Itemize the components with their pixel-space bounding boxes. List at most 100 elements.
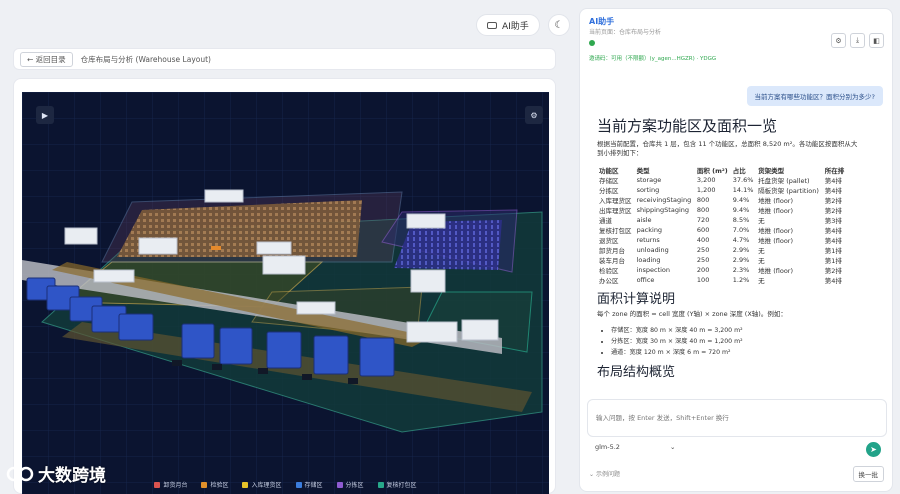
table-cell: 检验区 bbox=[599, 267, 619, 275]
table-row: 分拣区 sorting 1,200 14.1% 隔板货架 (partition) 第4排 bbox=[597, 185, 847, 195]
table-cell: 14.1% bbox=[732, 186, 754, 194]
chat-history[interactable]: 当前方案有哪些功能区？面积分别为多少? 当前方案功能区及面积一览 根据当前配置，… bbox=[587, 79, 887, 397]
chat-input-box bbox=[587, 399, 887, 437]
warehouse-3d-viewport[interactable]: ▶ ⚙ 卸货月台 检验区 入库理货区 存储区 分拣区 复核打包区 bbox=[22, 92, 549, 494]
table-cell: 退货区 bbox=[599, 237, 619, 245]
table-cell: 第4排 bbox=[824, 227, 842, 235]
table-cell: 250 bbox=[696, 256, 710, 264]
table-cell: receivingStaging bbox=[636, 196, 692, 204]
table-cell: 办公区 bbox=[599, 277, 619, 285]
table-cell: 第2排 bbox=[824, 267, 842, 275]
ai-panel-title: AI助手 bbox=[589, 17, 615, 26]
table-cell: 第1排 bbox=[824, 257, 842, 265]
legend-item: 分拣区 bbox=[336, 480, 364, 489]
examples-toggle[interactable]: ⌄ 示例问题 bbox=[589, 469, 620, 478]
table-cell: 装车月台 bbox=[599, 257, 625, 265]
table-cell: 无 bbox=[758, 257, 765, 265]
section-intro: 每个 zone 的面积 = cell 宽度 (Y轴) × zone 深度 (X轴… bbox=[597, 310, 787, 318]
table-cell: 地推 (floor) bbox=[758, 207, 793, 215]
table-cell: 100 bbox=[696, 276, 710, 284]
ai-assistant-label: AI助手 bbox=[502, 21, 529, 32]
model-name: glm-5.2 bbox=[595, 443, 620, 451]
table-row: 退货区 returns 400 4.7% 地推 (floor) 第4排 bbox=[597, 235, 847, 245]
zone-area-table: 功能区 类型 面积 (m²) 占比 货架类型 所在排 存储区 storage 3,2… bbox=[597, 164, 847, 286]
legend-swatch bbox=[377, 481, 384, 488]
panel-icon[interactable]: ◧ bbox=[869, 33, 884, 48]
brand-watermark: 大数跨境 bbox=[6, 461, 106, 486]
back-to-catalog-button[interactable]: ← 返回目录 bbox=[20, 51, 73, 67]
table-row: 存储区 storage 3,200 37.6% 托盘货架 (pallet) 第4排 bbox=[597, 175, 847, 185]
table-cell: storage bbox=[636, 176, 662, 184]
download-icon[interactable]: ⤓ bbox=[850, 33, 865, 48]
chat-input[interactable] bbox=[588, 400, 886, 436]
table-cell: 200 bbox=[696, 266, 710, 274]
table-header: 类型 bbox=[636, 166, 650, 175]
marker-orange bbox=[211, 246, 221, 250]
list-item: 通道：宽度 120 m × 深度 6 m = 720 m² bbox=[611, 347, 863, 358]
switch-batch-button[interactable]: 换一批 bbox=[852, 466, 884, 482]
table-row: 通道 aisle 720 8.5% 无 第3排 bbox=[597, 215, 847, 225]
examples-label: 示例问题 bbox=[595, 471, 620, 478]
table-cell: 400 bbox=[696, 236, 710, 244]
table-cell: 9.4% bbox=[732, 196, 750, 204]
play-icon[interactable]: ▶ bbox=[36, 106, 54, 124]
table-cell: 1,200 bbox=[696, 186, 716, 194]
table-cell: returns bbox=[636, 236, 660, 244]
next-section-heading: 布局结构概览 bbox=[597, 365, 676, 380]
table-cell: 第4排 bbox=[824, 277, 842, 285]
assistant-message: 当前方案功能区及面积一览 根据当前配置，仓库共 1 层，包含 11 个功能区，总… bbox=[597, 115, 863, 383]
user-message: 当前方案有哪些功能区？面积分别为多少? bbox=[746, 86, 883, 106]
list-item: 分拣区：宽度 30 m × 深度 40 m = 1,200 m² bbox=[611, 336, 863, 347]
table-cell: aisle bbox=[636, 216, 652, 224]
model-select[interactable]: glm-5.2 ⌄ bbox=[595, 443, 675, 451]
viewer-card: ▶ ⚙ 卸货月台 检验区 入库理货区 存储区 分拣区 复核打包区 bbox=[13, 78, 556, 494]
table-cell: 通道 bbox=[599, 217, 612, 225]
table-cell: 250 bbox=[696, 246, 710, 254]
warehouse-scene bbox=[22, 92, 549, 494]
table-row: 检验区 inspection 200 2.3% 地推 (floor) 第2排 bbox=[597, 265, 847, 275]
top-toolbar: AI助手 ☾ bbox=[476, 14, 570, 36]
table-cell: 2.3% bbox=[732, 266, 750, 274]
table-cell: 600 bbox=[696, 226, 710, 234]
ai-assistant-panel: AI助手 当前页面：仓库布局与分析 邀请码：可用（不限额）(y_agen...H… bbox=[579, 8, 893, 492]
table-cell: 800 bbox=[696, 196, 710, 204]
table-row: 办公区 office 100 1.2% 无 第4排 bbox=[597, 275, 847, 285]
section-heading: 面积计算说明 bbox=[597, 292, 676, 307]
table-cell: 第4排 bbox=[824, 187, 842, 195]
table-cell: 9.4% bbox=[732, 206, 750, 214]
brand-logo-icon bbox=[6, 466, 34, 481]
table-cell: 720 bbox=[696, 216, 710, 224]
table-cell: 37.6% bbox=[732, 176, 754, 184]
table-cell: packing bbox=[636, 226, 663, 234]
table-cell: 地推 (floor) bbox=[758, 227, 793, 235]
send-icon[interactable]: ➤ bbox=[866, 442, 881, 457]
legend-swatch bbox=[336, 481, 343, 488]
table-row: 入库理货区 receivingStaging 800 9.4% 地推 (floor) 第2… bbox=[597, 195, 847, 205]
chevron-down-icon: ⌄ bbox=[589, 471, 596, 478]
table-cell: 无 bbox=[758, 217, 765, 225]
online-status-icon bbox=[589, 40, 595, 46]
table-cell: 3,200 bbox=[696, 176, 716, 184]
table-cell: 第4排 bbox=[824, 177, 842, 185]
brand-name: 大数跨境 bbox=[38, 466, 106, 486]
settings-icon[interactable]: ⚙ bbox=[831, 33, 846, 48]
chevron-down-icon: ⌄ bbox=[669, 443, 676, 451]
table-cell: 分拣区 bbox=[599, 187, 619, 195]
legend-swatch bbox=[242, 481, 249, 488]
breadcrumb: ← 返回目录 仓库布局与分析 (Warehouse Layout) bbox=[13, 48, 556, 70]
table-cell: 7.0% bbox=[732, 226, 750, 234]
table-cell: 地推 (floor) bbox=[758, 267, 793, 275]
breadcrumb-current: 仓库布局与分析 (Warehouse Layout) bbox=[80, 54, 211, 64]
table-cell: 无 bbox=[758, 277, 765, 285]
gear-icon[interactable]: ⚙ bbox=[525, 106, 543, 124]
zone-table-body: 存储区 storage 3,200 37.6% 托盘货架 (pallet) 第4排 分拣区 s… bbox=[597, 175, 847, 285]
table-row: 出库理货区 shippingStaging 800 9.4% 地推 (floor) 第2排 bbox=[597, 205, 847, 215]
list-item: 存储区：宽度 80 m × 深度 40 m = 3,200 m² bbox=[611, 325, 863, 336]
table-cell: 出库理货区 bbox=[599, 207, 632, 215]
table-cell: 2.9% bbox=[732, 246, 750, 254]
legend-item: 检验区 bbox=[201, 480, 228, 489]
ai-assistant-button[interactable]: AI助手 bbox=[476, 14, 540, 36]
table-header-row: 功能区 类型 面积 (m²) 占比 货架类型 所在排 bbox=[597, 164, 847, 175]
table-cell: sorting bbox=[636, 186, 660, 194]
moon-icon[interactable]: ☾ bbox=[547, 14, 570, 36]
